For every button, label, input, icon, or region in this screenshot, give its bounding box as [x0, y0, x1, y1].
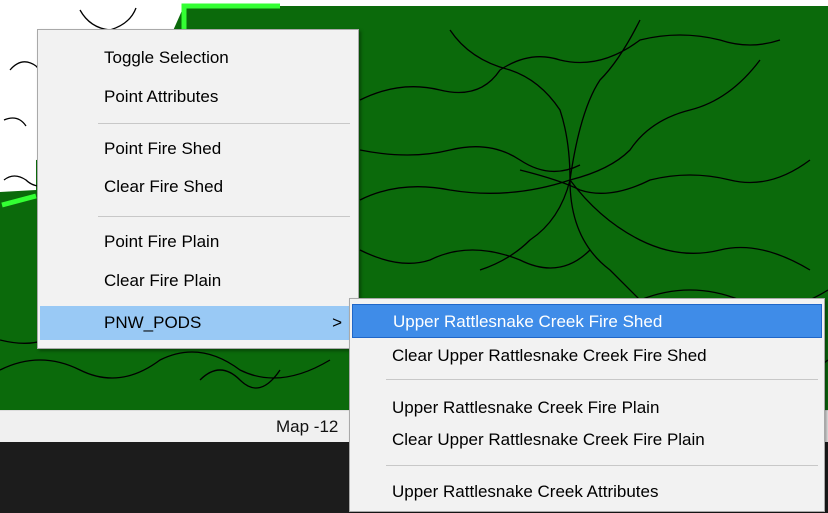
menu-item-point-attributes[interactable]: Point Attributes [40, 80, 356, 114]
context-menu: Toggle Selection Point Attributes Point … [37, 29, 359, 349]
status-text: Map -12 [276, 417, 339, 436]
menu-item-point-fire-plain[interactable]: Point Fire Plain [40, 225, 356, 259]
menu-item-toggle-selection[interactable]: Toggle Selection [40, 41, 356, 75]
menu-separator [98, 123, 350, 124]
menu-item-pnw-pods[interactable]: PNW_PODS > [40, 306, 356, 340]
submenu-item-clear-fire-plain[interactable]: Clear Upper Rattlesnake Creek Fire Plain [352, 423, 822, 457]
menu-separator [386, 379, 818, 380]
submenu-item-clear-fire-shed[interactable]: Clear Upper Rattlesnake Creek Fire Shed [352, 339, 822, 373]
menu-separator [98, 216, 350, 217]
menu-separator [386, 465, 818, 466]
submenu-item-fire-plain[interactable]: Upper Rattlesnake Creek Fire Plain [352, 391, 822, 425]
menu-item-point-fire-shed[interactable]: Point Fire Shed [40, 132, 356, 166]
submenu-item-attributes[interactable]: Upper Rattlesnake Creek Attributes [352, 475, 822, 509]
menu-item-pnw-pods-label: PNW_PODS [104, 313, 202, 332]
chevron-right-icon: > [332, 313, 342, 332]
submenu-item-fire-shed[interactable]: Upper Rattlesnake Creek Fire Shed [352, 304, 822, 338]
submenu-pnw-pods: Upper Rattlesnake Creek Fire Shed Clear … [349, 298, 825, 512]
menu-item-clear-fire-shed[interactable]: Clear Fire Shed [40, 170, 356, 204]
menu-item-clear-fire-plain[interactable]: Clear Fire Plain [40, 264, 356, 298]
